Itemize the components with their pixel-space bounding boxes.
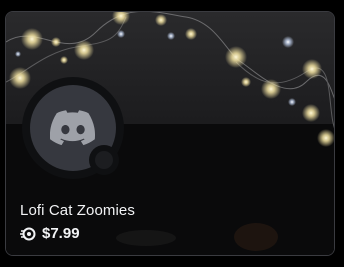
orb-currency-icon — [20, 227, 36, 240]
item-price: $7.99 — [42, 225, 80, 242]
price-row: $7.99 — [20, 225, 80, 242]
shop-item-card[interactable]: Lofi Cat Zoomies $7.99 — [5, 11, 335, 256]
item-name: Lofi Cat Zoomies — [20, 202, 135, 219]
status-indicator — [89, 145, 119, 175]
discord-logo-icon — [50, 110, 96, 146]
